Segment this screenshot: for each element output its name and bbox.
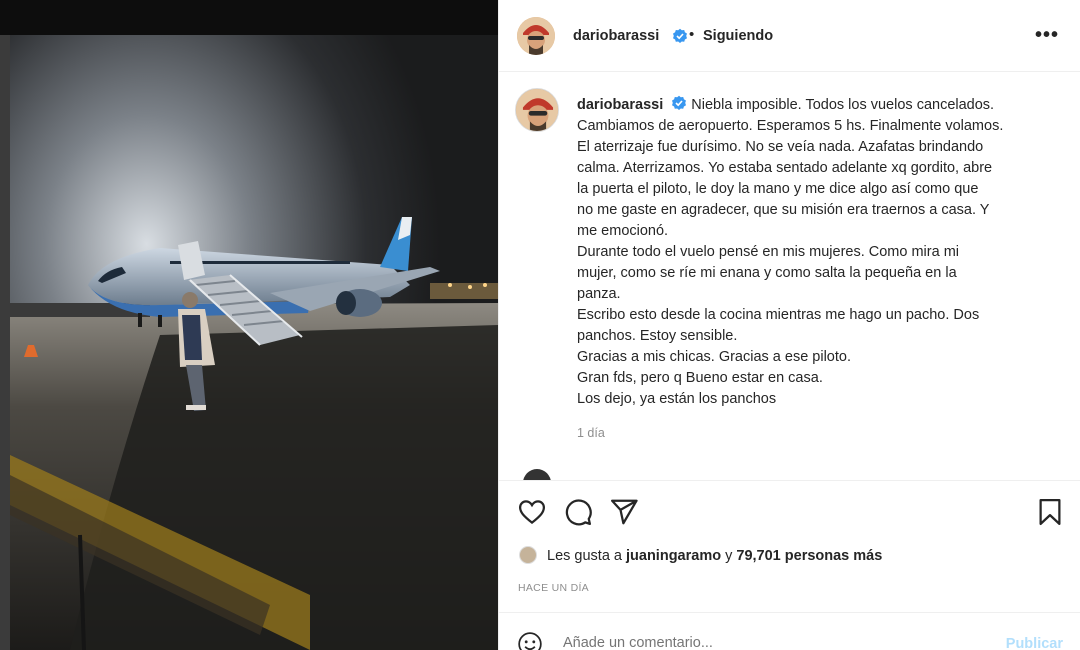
caption-text: El aterrizaje fue durísimo. No se veía n… [577,139,984,155]
liker-username[interactable]: juaningaramo [626,548,721,564]
likes-summary: Les gusta a juaningaramo y 79,701 person… [519,546,882,564]
caption-text: Durante todo el vuelo pensé en mis mujer… [577,244,959,260]
caption-text: Los dejo, ya están los panchos [577,391,777,407]
post-details-panel: dariobarassi • Siguiendo ••• dariobarass… [498,0,1080,650]
verified-badge-icon [672,95,687,110]
action-bar [499,480,1080,540]
following-button[interactable]: Siguiendo [703,28,773,44]
verified-badge-icon [673,28,687,43]
post-date[interactable]: HACE UN DÍA [518,582,589,594]
heart-icon[interactable] [517,497,547,527]
background-top-strip [0,0,498,35]
caption-text: Gran fds, pero q Bueno estar en casa. [577,370,823,386]
likes-prefix: Les gusta a [547,548,626,564]
comment-avatar[interactable] [523,469,551,480]
header-separator: • [689,26,695,43]
comment-bar: Publicar [499,612,1080,650]
caption-text: Cambiamos de aeropuerto. Esperamos 5 hs.… [577,118,1004,134]
author-avatar[interactable] [517,17,555,55]
post-caption: dariobarassi Niebla imposible. Todos los… [577,95,1057,410]
likes-count[interactable]: 79,701 personas más [736,548,882,564]
caption-author-avatar[interactable] [515,88,559,132]
caption-area: dariobarassi Niebla imposible. Todos los… [499,72,1080,480]
caption-line: dariobarassi Niebla imposible. Todos los… [577,95,1057,116]
likes-mid: y [721,548,737,564]
author-username[interactable]: dariobarassi [573,28,659,44]
caption-text: no me gaste en agradecer, que su misión … [577,202,990,218]
more-options-icon[interactable]: ••• [1035,24,1059,47]
comment-input[interactable] [563,635,963,650]
comment-icon[interactable] [563,497,593,527]
background-strip [0,0,10,650]
caption-text: calma. Aterrizamos. Yo estaba sentado ad… [577,160,993,176]
post-photo[interactable] [10,35,498,650]
caption-text: Escribo esto desde la cocina mientras me… [577,307,980,323]
bookmark-icon[interactable] [1035,497,1065,527]
caption-text: Gracias a mis chicas. Gracias a ese pilo… [577,349,851,365]
caption-username[interactable]: dariobarassi [577,97,663,113]
liker-avatar[interactable] [519,546,537,564]
caption-timestamp[interactable]: 1 día [577,426,605,440]
caption-text: panza. [577,286,621,302]
caption-text: me emocionó. [577,223,669,239]
caption-avatar-image [516,89,558,131]
caption-text: Niebla imposible. Todos los vuelos cance… [691,97,995,113]
airplane-photo-image [10,35,498,650]
publish-button[interactable]: Publicar [1006,636,1063,650]
author-avatar-image [517,17,555,55]
share-icon[interactable] [609,497,639,527]
caption-text: panchos. Estoy sensible. [577,328,738,344]
caption-text: la puerta el piloto, le doy la mano y me… [577,181,979,197]
post-header: dariobarassi • Siguiendo ••• [499,0,1080,72]
caption-text: mujer, como se ríe mi enana y como salta… [577,265,957,281]
emoji-icon[interactable] [517,631,543,650]
